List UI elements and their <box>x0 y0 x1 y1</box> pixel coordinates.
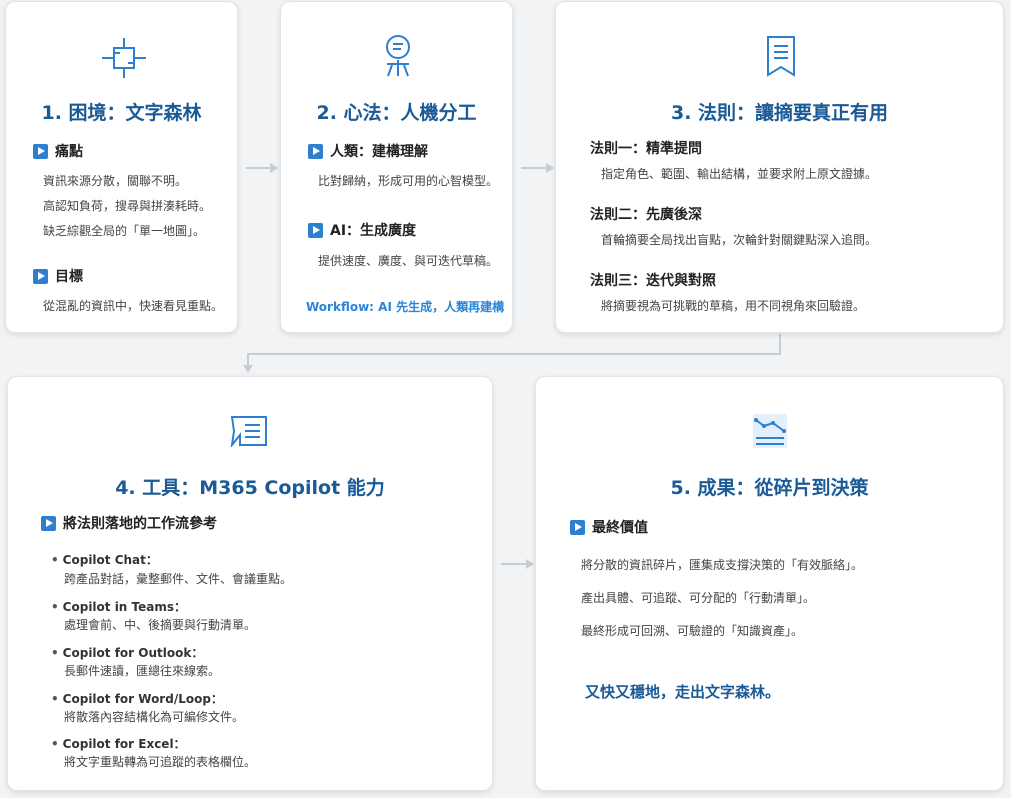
play-bullet-icon <box>33 143 48 159</box>
bookmark-document-icon <box>766 35 796 81</box>
arrow-3-to-4 <box>247 334 781 368</box>
rule-text: 指定角色、範圍、輸出結構，並要求附上原文證據。 <box>601 167 878 181</box>
tool-desc: 處理會前、中、後摘要與行動清單。 <box>64 618 257 632</box>
card-title: 3. 法則：讓摘要真正有用 <box>670 102 889 124</box>
arrowhead-2-to-3 <box>546 163 554 173</box>
lightbulb-person-icon <box>384 34 412 82</box>
section-head-goal: 目標 <box>33 266 83 286</box>
tool-name: Copilot for Word/Loop： <box>51 690 223 707</box>
arrowhead-4-to-5 <box>526 559 534 569</box>
card-outcome: 5. 成果：從碎片到決策 最終價值 將分散的資訊碎片，匯集成支撐決策的「有效脈絡… <box>535 376 1004 791</box>
section-head-workflow: 將法則落地的工作流參考 <box>41 513 217 533</box>
card-rules: 3. 法則：讓摘要真正有用 法則一：精準提問 指定角色、範圍、輸出結構，並要求附… <box>555 1 1004 333</box>
tool-name: Copilot for Outlook： <box>51 644 204 661</box>
closing-statement: 又快又穩地，走出文字森林。 <box>585 683 781 701</box>
section-head-human: 人類：建構理解 <box>308 141 428 161</box>
chip-icon <box>102 38 146 82</box>
play-bullet-icon <box>41 515 56 531</box>
pain-line: 缺乏綜觀全局的「單一地圖」。 <box>43 224 206 238</box>
tool-desc: 將散落內容結構化為可編修文件。 <box>64 710 245 724</box>
section-head-label: 痛點 <box>55 144 83 160</box>
tool-name: Copilot Chat： <box>51 551 158 568</box>
value-line: 產出具體、可追蹤、可分配的「行動清單」。 <box>581 591 816 605</box>
tool-desc: 將文字重點轉為可追蹤的表格欄位。 <box>64 755 257 769</box>
card-title: 2. 心法：人機分工 <box>316 102 477 124</box>
rule-text: 將摘要視為可挑戰的草稿，用不同視角來回驗證。 <box>601 299 866 313</box>
play-bullet-icon <box>308 143 323 159</box>
card-tools: 4. 工具：M365 Copilot 能力 將法則落地的工作流參考 Copilo… <box>7 376 493 791</box>
section-head-pain: 痛點 <box>33 141 83 161</box>
card-mindset: 2. 心法：人機分工 人類：建構理解 比對歸納，形成可用的心智模型。 AI：生成… <box>280 1 513 333</box>
value-line: 將分散的資訊碎片，匯集成支撐決策的「有效脈絡」。 <box>581 558 864 572</box>
play-bullet-icon <box>33 268 48 284</box>
human-line: 比對歸納，形成可用的心智模型。 <box>318 174 499 188</box>
ai-line: 提供速度、廣度、與可迭代草稿。 <box>318 254 499 268</box>
section-head-value: 最終價值 <box>570 517 648 537</box>
value-line: 最終形成可回溯、可驗證的「知識資產」。 <box>581 624 804 638</box>
pain-line: 高認知負荷，搜尋與拼湊耗時。 <box>43 199 212 213</box>
card-dilemma: 1. 困境：文字森林 痛點 資訊來源分散，關聯不明。 高認知負荷，搜尋與拼湊耗時… <box>5 1 238 333</box>
goal-line: 從混亂的資訊中，快速看見重點。 <box>43 299 224 313</box>
arrowhead-1-to-2 <box>270 163 278 173</box>
card-title: 4. 工具：M365 Copilot 能力 <box>115 477 385 499</box>
tool-name: Copilot in Teams： <box>51 598 186 615</box>
section-head-label: 最終價值 <box>592 520 648 536</box>
chat-document-icon <box>230 415 268 451</box>
section-head-label: AI：生成廣度 <box>330 223 417 239</box>
tool-desc: 長郵件速讀，匯總往來線索。 <box>64 664 221 678</box>
section-head-label: 人類：建構理解 <box>330 144 428 160</box>
play-bullet-icon <box>308 222 323 238</box>
rule-head: 法則二：先廣後深 <box>590 207 702 223</box>
section-head-ai: AI：生成廣度 <box>308 220 416 240</box>
rule-head: 法則一：精準提問 <box>590 141 702 157</box>
workflow-note: Workflow: AI 先生成，人類再建構 <box>306 300 505 314</box>
pain-line: 資訊來源分散，關聯不明。 <box>43 174 188 188</box>
rule-head: 法則三：迭代與對照 <box>590 273 716 289</box>
arrowhead-3-to-4 <box>243 365 253 373</box>
rule-text: 首輪摘要全局找出盲點，次輪針對關鍵點深入追問。 <box>601 233 878 247</box>
section-head-label: 目標 <box>55 269 83 285</box>
trend-chart-icon <box>753 414 787 452</box>
tool-desc: 跨產品對話，彙整郵件、文件、會議重點。 <box>64 572 293 586</box>
play-bullet-icon <box>570 519 585 535</box>
tool-name: Copilot for Excel： <box>51 735 186 752</box>
section-head-label: 將法則落地的工作流參考 <box>63 516 217 532</box>
card-title: 1. 困境：文字森林 <box>41 102 202 124</box>
card-title: 5. 成果：從碎片到決策 <box>670 477 869 499</box>
